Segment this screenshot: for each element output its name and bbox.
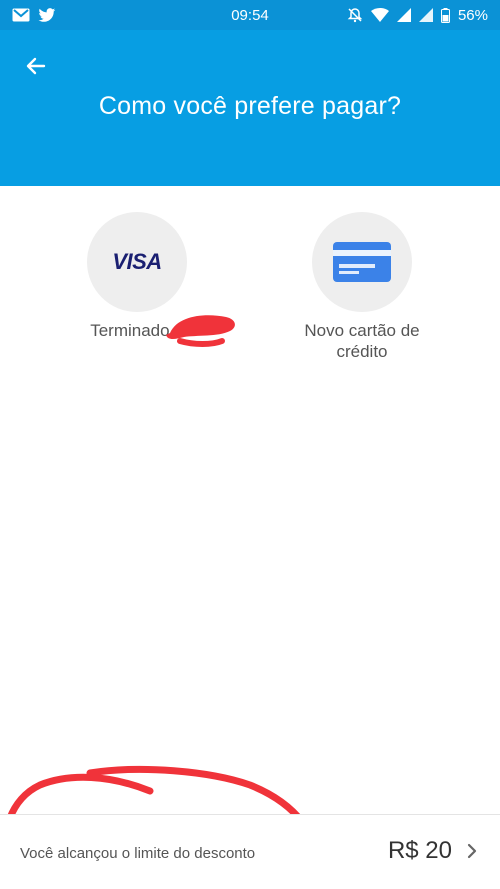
discount-limit-message: Você alcançou o limite do desconto (20, 845, 256, 862)
twitter-icon (38, 7, 56, 23)
status-bar: 09:54 56% (0, 0, 500, 30)
credit-card-icon (333, 242, 391, 282)
new-card-label: Novo cartão de crédito (304, 321, 420, 361)
new-credit-card-option[interactable]: Novo cartão de crédito (262, 212, 462, 362)
status-left (12, 7, 56, 23)
status-right: 56% (347, 7, 488, 24)
back-button[interactable] (20, 50, 52, 82)
header: Como você prefere pagar? (0, 30, 500, 186)
discount-footer[interactable]: Você alcançou o limite do desconto R$ 20 (0, 814, 500, 889)
redaction-scribble (166, 315, 235, 347)
signal-icon (396, 8, 411, 22)
chevron-right-icon (467, 843, 477, 859)
battery-percentage: 56% (457, 6, 488, 24)
page-title: Como você prefere pagar? (98, 92, 402, 120)
visa-logo: VISA (112, 249, 162, 274)
visa-card-circle: VISA (87, 212, 187, 312)
payment-method-screen: 09:54 56% Como você prefere pagar? VISA … (0, 0, 500, 889)
battery-icon (440, 7, 450, 23)
new-card-circle (312, 212, 412, 312)
signal-icon-2 (418, 8, 433, 22)
arrow-left-icon (26, 57, 46, 75)
gmail-icon (12, 8, 30, 22)
payment-options: VISA Terminado e Novo cartão de crédito (0, 212, 500, 372)
footer-chevron-button[interactable] (462, 841, 482, 861)
discount-amount: R$ 20 (387, 837, 452, 864)
mute-notifications-icon (347, 7, 363, 23)
wifi-icon (370, 8, 389, 22)
